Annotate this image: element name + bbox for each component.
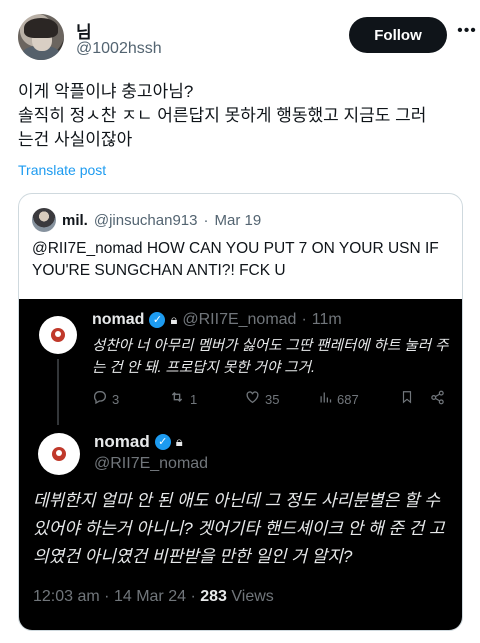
tweet-text-line: 는건 사실이잖아 <box>18 130 133 149</box>
separator-dot: · <box>190 588 196 605</box>
quoted-tweet[interactable]: mil. @jinsuchan913 · Mar 19 @RII7E_nomad… <box>18 193 463 631</box>
tweet-header: 님 @1002hssh Follow ••• <box>18 14 476 64</box>
reply1-header: nomad ✓ 🔒︎ @RII7E_nomad · 11m <box>92 311 342 329</box>
reply2-text: 데뷔한지 얼마 안 된 애도 아닌데 그 정도 사리분별은 할 수 있어야 하는… <box>33 491 445 566</box>
follow-button[interactable]: Follow <box>349 17 447 53</box>
reply1-handle: @RII7E_nomad <box>182 311 297 328</box>
reply1-action-bar: 3 1 35 687 <box>92 389 452 409</box>
quoted-tweet-text: @RII7E_nomad HOW CAN YOU PUT 7 ON YOUR U… <box>32 240 439 279</box>
reply1-avatar <box>39 316 77 354</box>
quoted-author-name: mil. <box>62 211 88 229</box>
avatar-logo-icon <box>51 328 65 342</box>
reply-action: 3 <box>92 389 168 409</box>
tweet-text: 이게 악플이냐 충고아님? 솔직히 정ㅅ찬 ㅈㄴ 어른답지 못하게 행동했고 지… <box>18 80 468 152</box>
more-options-icon[interactable]: ••• <box>456 20 478 42</box>
author-handle[interactable]: @1002hssh <box>76 40 162 58</box>
separator-dot: · <box>301 311 307 328</box>
bookmark-icon <box>400 389 414 409</box>
verified-badge-icon: ✓ <box>149 312 166 328</box>
attached-screenshot[interactable]: nomad ✓ 🔒︎ @RII7E_nomad · 11m 성찬아 너 아무리 … <box>19 299 462 630</box>
verified-badge-icon: ✓ <box>154 434 171 450</box>
translate-post-link[interactable]: Translate post <box>18 162 106 178</box>
reply2-footer: 12:03 am · 14 Mar 24 · 283 Views <box>33 588 274 606</box>
reply2-handle: @RII7E_nomad <box>94 455 209 472</box>
reply2-views-count: 283 <box>200 588 227 605</box>
author-avatar[interactable] <box>18 14 64 60</box>
reply1-time: 11m <box>311 311 342 328</box>
reply1-name: nomad <box>92 311 145 328</box>
tweet-text-line: 이게 악플이냐 충고아님? <box>18 82 194 101</box>
tweet-text-line: 솔직히 정ㅅ찬 ㅈㄴ 어른답지 못하게 행동했고 지금도 그러 <box>18 106 427 125</box>
reply2-avatar <box>38 433 80 475</box>
bookmark-action <box>400 389 430 409</box>
repost-action: 1 <box>168 389 244 409</box>
like-action: 35 <box>244 389 318 409</box>
quoted-author-avatar <box>32 208 56 232</box>
reply2-date: 14 Mar 24 <box>113 588 186 605</box>
share-action <box>430 390 445 409</box>
share-icon <box>430 390 445 409</box>
lock-icon: 🔒︎ <box>170 312 178 327</box>
reply1-text: 성찬아 너 아무리 멤버가 싫어도 그딴 팬레터에 하트 눌러 주는 건 안 돼… <box>92 338 449 376</box>
views-action: 687 <box>318 390 400 409</box>
heart-icon <box>244 389 261 409</box>
avatar-hair <box>24 18 58 38</box>
reply2-time: 12:03 am <box>33 588 100 605</box>
views-icon <box>318 390 333 409</box>
quoted-date: Mar 19 <box>214 211 262 229</box>
reply2-header: nomad ✓ 🔒︎ <box>94 432 183 452</box>
separator-dot: · <box>203 211 209 229</box>
quoted-tweet-header: mil. @jinsuchan913 · Mar 19 <box>32 208 261 232</box>
separator-dot: · <box>104 588 110 605</box>
like-count: 35 <box>265 391 280 407</box>
reply-icon <box>92 389 108 409</box>
avatar-logo-icon <box>52 447 66 461</box>
quoted-author-handle: @jinsuchan913 <box>93 211 198 229</box>
reply2-name: nomad <box>94 432 150 451</box>
repost-icon <box>168 389 186 409</box>
reply2-views-label: Views <box>231 588 274 605</box>
thread-line <box>57 359 59 425</box>
repost-count: 1 <box>190 391 198 407</box>
views-count: 687 <box>337 391 359 407</box>
lock-icon: 🔒︎ <box>175 434 183 449</box>
reply-count: 3 <box>112 391 120 407</box>
